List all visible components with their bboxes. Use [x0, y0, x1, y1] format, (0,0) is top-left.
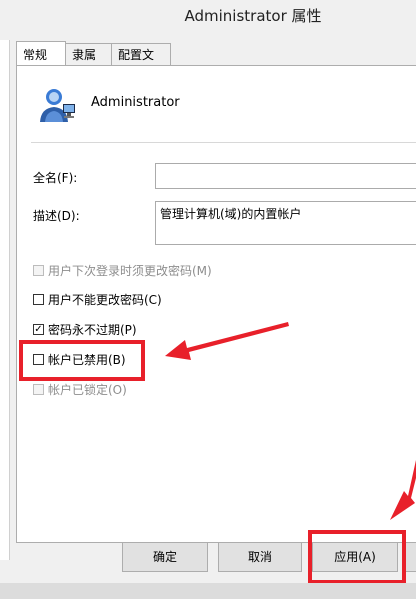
arrow-to-apply: [390, 460, 416, 520]
annotation-arrows: [165, 322, 416, 520]
arrow-to-account-disabled: [165, 322, 289, 360]
footer-strip: [0, 583, 416, 599]
